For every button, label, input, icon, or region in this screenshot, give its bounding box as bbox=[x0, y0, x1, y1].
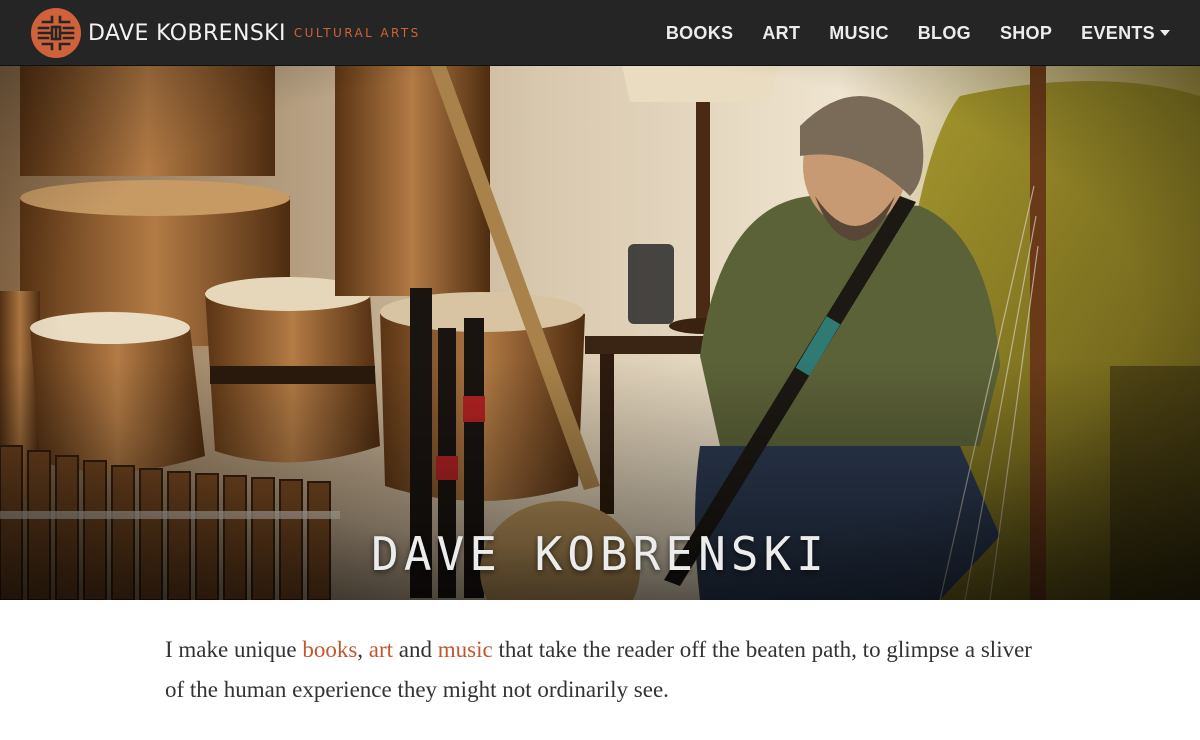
brand-home-link[interactable]: DAVE KOBRENSKI CULTURAL ARTS bbox=[30, 7, 421, 59]
hero-title: DAVE KOBRENSKI bbox=[371, 526, 829, 581]
intro-text: I make unique bbox=[165, 637, 303, 662]
hero-banner: DAVE KOBRENSKI bbox=[0, 66, 1200, 600]
nav-item-events[interactable]: EVENTS bbox=[1081, 23, 1170, 44]
intro-paragraph: I make unique books, art and music that … bbox=[165, 630, 1045, 710]
books-link[interactable]: books bbox=[302, 637, 357, 662]
nav-item-books[interactable]: BOOKS bbox=[666, 23, 734, 44]
main-nav: BOOKS ART MUSIC BLOG SHOP EVENTS bbox=[637, 0, 1170, 66]
brand-tagline: CULTURAL ARTS bbox=[293, 26, 421, 40]
site-header: DAVE KOBRENSKI CULTURAL ARTS BOOKS ART M… bbox=[0, 0, 1200, 66]
brand-name: DAVE KOBRENSKI bbox=[88, 20, 286, 46]
nav-item-art[interactable]: ART bbox=[762, 23, 800, 44]
intro-text: and bbox=[393, 637, 438, 662]
nav-item-blog[interactable]: BLOG bbox=[918, 23, 971, 44]
nav-item-music[interactable]: MUSIC bbox=[829, 23, 889, 44]
hero-photo bbox=[0, 66, 1200, 600]
intro-text: , bbox=[357, 637, 369, 662]
logo-icon bbox=[31, 8, 81, 58]
nav-item-shop[interactable]: SHOP bbox=[1000, 23, 1052, 44]
music-link[interactable]: music bbox=[438, 637, 493, 662]
nav-item-events-label: EVENTS bbox=[1081, 22, 1155, 43]
art-link[interactable]: art bbox=[369, 637, 393, 662]
caret-down-icon bbox=[1160, 30, 1170, 36]
